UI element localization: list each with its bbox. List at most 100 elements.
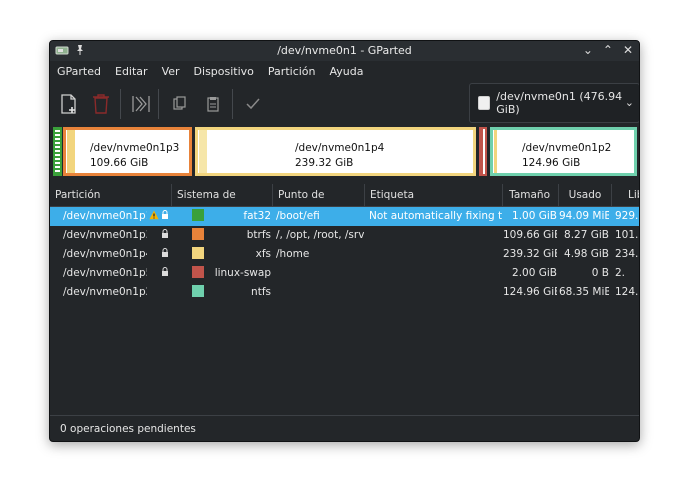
size: 1.00 GiB — [512, 210, 557, 222]
segment-size: 124.96 GiB — [522, 157, 581, 169]
used: 4.98 GiB — [564, 248, 609, 260]
size: 2.00 GiB — [512, 267, 557, 279]
usage-bar — [481, 129, 483, 174]
checkmark-icon — [246, 98, 260, 110]
free: 2. — [615, 267, 626, 279]
status-bar: 0 operaciones pendientes — [50, 415, 639, 441]
chevron-down-icon: ⌄ — [624, 96, 634, 109]
free: 101. — [615, 229, 639, 241]
filesystem-color-swatch — [192, 247, 204, 259]
diskmap-segment-p3[interactable]: /dev/nvme0n1p3 109.66 GiB — [63, 127, 192, 176]
resize-move-icon — [132, 96, 150, 112]
mount-point: /boot/efi — [276, 210, 320, 222]
col-particion[interactable]: Partición — [50, 184, 172, 206]
filesystem: fat32 — [243, 210, 271, 222]
diskmap-segment-p4[interactable]: /dev/nvme0n1p4 239.32 GiB — [195, 127, 476, 176]
free: 124. — [615, 286, 639, 298]
menu-particion[interactable]: Partición — [261, 63, 323, 83]
partition-name: /dev/nvme0n1p3 — [63, 229, 147, 241]
disk-map: /dev/nvme0n1p3 109.66 GiB /dev/nvme0n1p4… — [52, 125, 638, 179]
lock-icon — [161, 210, 169, 219]
toolbar-separator — [158, 89, 159, 119]
segment-name: /dev/nvme0n1p3 — [90, 142, 180, 154]
menu-gparted[interactable]: GParted — [50, 63, 108, 83]
filesystem: linux-swap — [214, 267, 271, 279]
segment-name: /dev/nvme0n1p4 — [295, 142, 385, 154]
copy-icon — [173, 96, 186, 110]
size: 109.66 GiB — [503, 229, 557, 241]
segment-size: 239.32 GiB — [295, 157, 354, 169]
table-row[interactable]: /dev/nvme0n1p2 ntfs 124.96 GiB 68.35 MiB… — [50, 283, 639, 302]
filesystem: xfs — [255, 248, 271, 260]
new-partition-button[interactable] — [56, 91, 82, 117]
size: 239.32 GiB — [503, 248, 557, 260]
col-punto-montaje[interactable]: Punto de montaje — [273, 184, 365, 223]
pending-operations-text: 0 operaciones pendientes — [60, 423, 196, 435]
table-row[interactable]: /dev/nvme0n1p5 linux-swap 2.00 GiB 0 B 2… — [50, 264, 639, 283]
disk-icon — [478, 96, 491, 110]
col-usado[interactable]: Usado — [559, 184, 612, 206]
lock-icon — [161, 248, 169, 257]
menu-dispositivo[interactable]: Dispositivo — [187, 63, 261, 83]
usage-bar — [199, 130, 207, 173]
title-bar: /dev/nvme0n1 - GParted ⌄ ⌃ ✕ — [50, 41, 639, 61]
filesystem-color-swatch — [192, 285, 204, 297]
diskmap-segment-p2[interactable]: /dev/nvme0n1p2 124.96 GiB — [490, 127, 637, 176]
col-etiqueta[interactable]: Etiqueta — [365, 184, 503, 206]
menu-editar[interactable]: Editar — [108, 63, 155, 83]
partition-name: /dev/nvme0n1p2 — [63, 286, 147, 298]
warning-icon — [149, 210, 159, 223]
mount-point: /home — [276, 248, 310, 260]
paste-button[interactable] — [200, 91, 226, 117]
used: 68.35 MiB — [559, 286, 609, 298]
usage-bar — [494, 130, 497, 173]
diskmap-segment-p1[interactable] — [53, 127, 62, 176]
lock-icon — [161, 267, 169, 276]
col-sistema-archivos[interactable]: Sistema de archivos — [172, 184, 273, 223]
delete-partition-button[interactable] — [88, 91, 114, 117]
partition-table-header: Partición Sistema de archivos Punto de m… — [50, 184, 639, 223]
menu-ayuda[interactable]: Ayuda — [323, 63, 371, 83]
maximize-icon[interactable]: ⌃ — [603, 43, 613, 57]
partition-name: /dev/nvme0n1p4 — [63, 248, 147, 260]
menu-bar: GParted Editar Ver Dispositivo Partición… — [50, 63, 370, 83]
resize-move-button[interactable] — [128, 91, 154, 117]
gparted-window: /dev/nvme0n1 - GParted ⌄ ⌃ ✕ GParted Edi… — [49, 40, 640, 442]
usage-bar — [67, 130, 75, 173]
used: 0 B — [591, 267, 609, 279]
filesystem-color-swatch — [192, 228, 204, 240]
size: 124.96 GiB — [503, 286, 557, 298]
diskmap-segment-p5[interactable] — [479, 127, 487, 176]
menu-ver[interactable]: Ver — [155, 63, 187, 83]
free: 929.9 — [615, 210, 639, 222]
trash-icon — [93, 94, 109, 114]
toolbar-separator — [232, 89, 233, 119]
used: 94.09 MiB — [559, 210, 609, 222]
col-tamano[interactable]: Tamaño — [503, 184, 559, 206]
paste-icon — [207, 97, 219, 112]
filesystem: ntfs — [251, 286, 271, 298]
free: 234. — [615, 248, 639, 260]
lock-icon — [161, 229, 169, 238]
filesystem: btrfs — [246, 229, 271, 241]
close-icon[interactable]: ✕ — [623, 43, 633, 57]
partition-name: /dev/nvme0n1p1 — [63, 210, 147, 222]
label: Not automatically fixing this. — [369, 210, 502, 222]
copy-button[interactable] — [166, 91, 192, 117]
filesystem-color-swatch — [192, 266, 204, 278]
table-row[interactable]: /dev/nvme0n1p3 btrfs /, /opt, /root, /sr… — [50, 226, 639, 245]
new-partition-icon — [61, 94, 76, 114]
table-row[interactable]: /dev/nvme0n1p4 xfs /home 239.32 GiB 4.98… — [50, 245, 639, 264]
device-label: /dev/nvme0n1 (476.94 GiB) — [496, 90, 623, 116]
minimize-icon[interactable]: ⌄ — [583, 43, 593, 57]
partition-name: /dev/nvme0n1p5 — [63, 267, 147, 279]
device-selector[interactable]: /dev/nvme0n1 (476.94 GiB) ⌄ — [469, 83, 639, 123]
toolbar-separator — [120, 89, 121, 119]
col-libre[interactable]: Libre — [612, 184, 639, 206]
used: 8.27 GiB — [564, 229, 609, 241]
mount-point: /, /opt, /root, /srv... — [276, 229, 364, 241]
segment-name: /dev/nvme0n1p2 — [522, 142, 612, 154]
apply-button[interactable] — [240, 91, 266, 117]
window-title: /dev/nvme0n1 - GParted — [277, 44, 412, 57]
table-row[interactable]: /dev/nvme0n1p1 fat32 /boot/efi Not autom… — [50, 207, 639, 226]
